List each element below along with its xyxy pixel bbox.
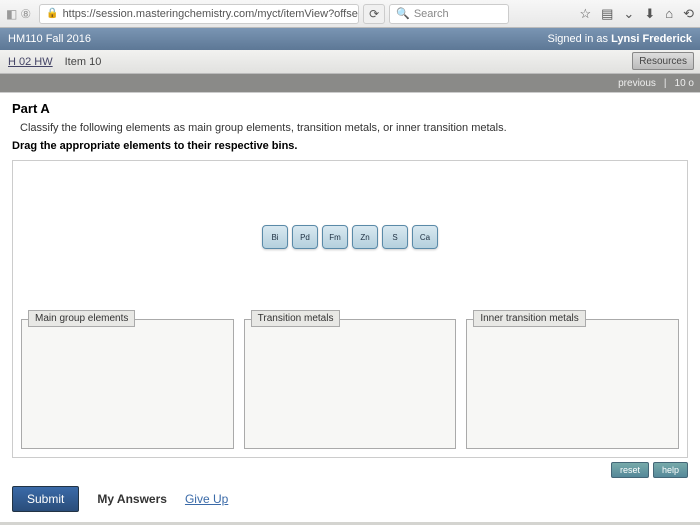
element-chip[interactable]: Pd xyxy=(292,225,318,249)
tab-dot-icon: ⑧ xyxy=(20,7,31,21)
pager-bar: previous | 10 o xyxy=(0,74,700,92)
tool-row: reset help xyxy=(12,462,688,478)
star-icon[interactable]: ☆ xyxy=(579,6,591,22)
bin-row: Main group elements Transition metals In… xyxy=(21,319,679,449)
element-chip[interactable]: S xyxy=(382,225,408,249)
element-chip[interactable]: Fm xyxy=(322,225,348,249)
reload-icon: ⟳ xyxy=(369,7,379,21)
element-chip[interactable]: Ca xyxy=(412,225,438,249)
part-title: Part A xyxy=(12,101,688,116)
search-icon: 🔍 xyxy=(396,7,410,20)
course-header: HM110 Fall 2016 Signed in as Lynsi Frede… xyxy=(0,28,700,50)
bin-label: Transition metals xyxy=(251,310,341,327)
tab-dot-icon: ◧ xyxy=(6,7,17,21)
work-area: Bi Pd Fm Zn S Ca Main group elements Tra… xyxy=(12,160,688,458)
footer-actions: Submit My Answers Give Up xyxy=(12,486,688,512)
signed-in: Signed in as Lynsi Frederick xyxy=(547,33,692,45)
element-chip[interactable]: Bi xyxy=(262,225,288,249)
bin-label: Inner transition metals xyxy=(473,310,585,327)
browser-search[interactable]: 🔍 Search xyxy=(389,4,509,24)
home-icon[interactable]: ⌂ xyxy=(665,6,673,21)
bin-label: Main group elements xyxy=(28,310,135,327)
reset-button[interactable]: reset xyxy=(611,462,649,478)
lock-icon: 🔒 xyxy=(46,8,58,19)
pocket-icon[interactable]: ⌄ xyxy=(623,6,634,22)
url-text: https://session.masteringchemistry.com/m… xyxy=(63,8,358,20)
browser-action-icons: ☆ ▤ ⌄ ⬇ ⌂ ⟲ xyxy=(579,6,694,22)
reload-button[interactable]: ⟳ xyxy=(363,4,385,24)
bin-transition[interactable]: Transition metals xyxy=(244,319,457,449)
search-placeholder: Search xyxy=(414,8,449,20)
separator: | xyxy=(664,78,667,89)
assignment-nav: H 02 HW Item 10 Resources xyxy=(0,50,700,74)
tab-indicators: ◧ ⑧ xyxy=(6,7,31,21)
bin-inner-transition[interactable]: Inner transition metals xyxy=(466,319,679,449)
instruction-text: Classify the following elements as main … xyxy=(20,122,688,134)
bin-main-group[interactable]: Main group elements xyxy=(21,319,234,449)
content-area: Part A Classify the following elements a… xyxy=(0,92,700,522)
download-icon[interactable]: ⬇ xyxy=(644,6,655,22)
browser-toolbar: ◧ ⑧ 🔒 https://session.masteringchemistry… xyxy=(0,0,700,28)
drag-instruction: Drag the appropriate elements to their r… xyxy=(12,140,688,152)
resources-button[interactable]: Resources xyxy=(632,52,694,70)
previous-link[interactable]: previous xyxy=(618,78,656,89)
help-button[interactable]: help xyxy=(653,462,688,478)
give-up-link[interactable]: Give Up xyxy=(185,492,228,506)
sync-icon[interactable]: ⟲ xyxy=(683,6,694,22)
course-title: HM110 Fall 2016 xyxy=(8,33,91,45)
item-label: Item 10 xyxy=(65,56,102,68)
url-bar[interactable]: 🔒 https://session.masteringchemistry.com… xyxy=(39,4,359,24)
clipboard-icon[interactable]: ▤ xyxy=(601,6,613,22)
my-answers-link[interactable]: My Answers xyxy=(97,492,167,506)
element-chip[interactable]: Zn xyxy=(352,225,378,249)
chip-tray: Bi Pd Fm Zn S Ca xyxy=(19,225,681,249)
submit-button[interactable]: Submit xyxy=(12,486,79,512)
hw-link[interactable]: H 02 HW xyxy=(8,56,53,68)
page-counter: 10 o xyxy=(675,78,694,89)
